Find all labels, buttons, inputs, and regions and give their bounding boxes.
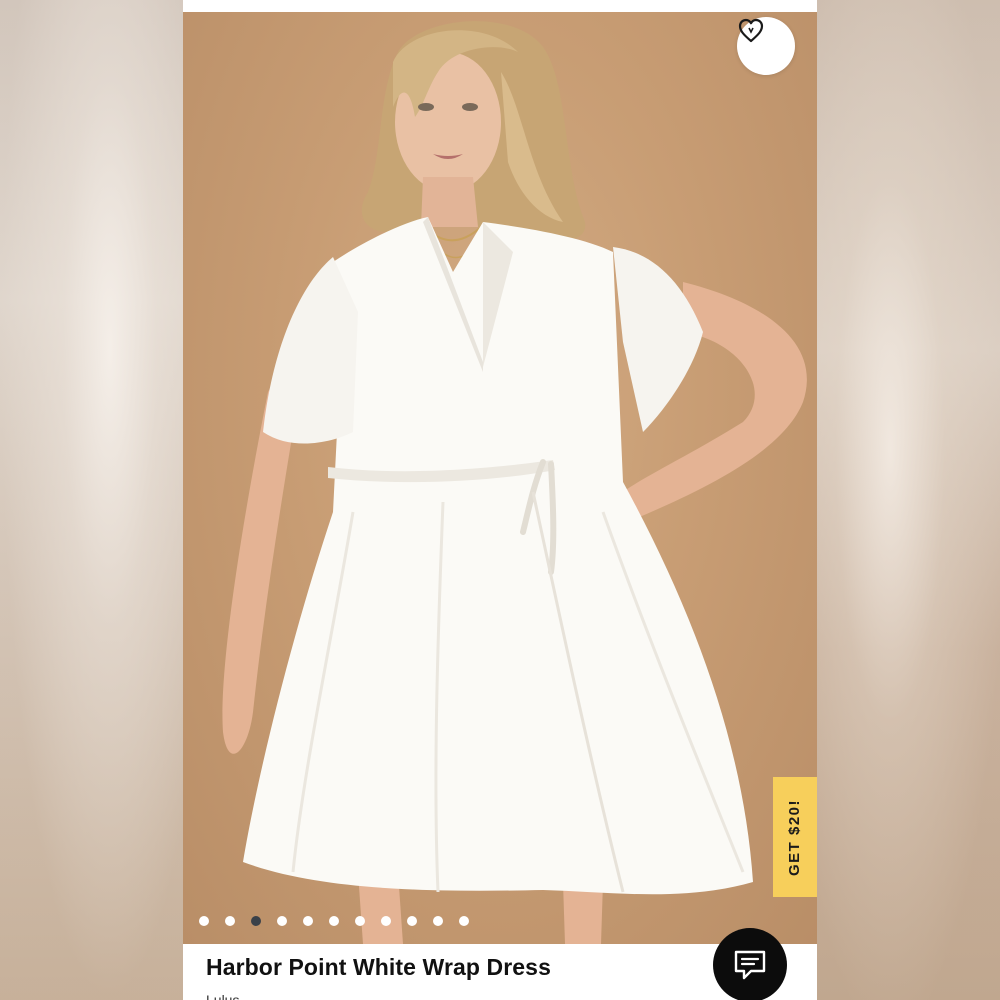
pagination-dot[interactable] (329, 916, 339, 926)
wishlist-button[interactable] (737, 17, 795, 75)
pagination-dot[interactable] (355, 916, 365, 926)
blurred-background-left (0, 0, 183, 1000)
dress-model-illustration (222, 21, 807, 944)
image-pagination-dots (199, 916, 469, 926)
pagination-dot[interactable] (277, 916, 287, 926)
promo-tab[interactable]: GET $20! (773, 777, 817, 897)
product-page: GET $20! Harbor Point White Wrap Dress L… (183, 0, 817, 1000)
pagination-dot[interactable] (199, 916, 209, 926)
screenshot-stage: GET $20! Harbor Point White Wrap Dress L… (0, 0, 1000, 1000)
pagination-dot[interactable] (433, 916, 443, 926)
pagination-dot[interactable] (407, 916, 417, 926)
chat-button[interactable] (713, 928, 787, 1000)
promo-label: GET $20! (786, 798, 804, 876)
pagination-dot[interactable] (381, 916, 391, 926)
pagination-dot[interactable] (459, 916, 469, 926)
pagination-dot[interactable] (303, 916, 313, 926)
pagination-dot[interactable] (225, 916, 235, 926)
chat-bubble-icon (734, 950, 766, 980)
heart-outline-icon (738, 18, 764, 43)
product-brand[interactable]: Lulus (206, 992, 239, 1000)
blurred-background-right (817, 0, 1000, 1000)
product-title: Harbor Point White Wrap Dress (206, 954, 551, 980)
product-image[interactable]: GET $20! (183, 12, 817, 944)
pagination-dot-active[interactable] (251, 916, 261, 926)
